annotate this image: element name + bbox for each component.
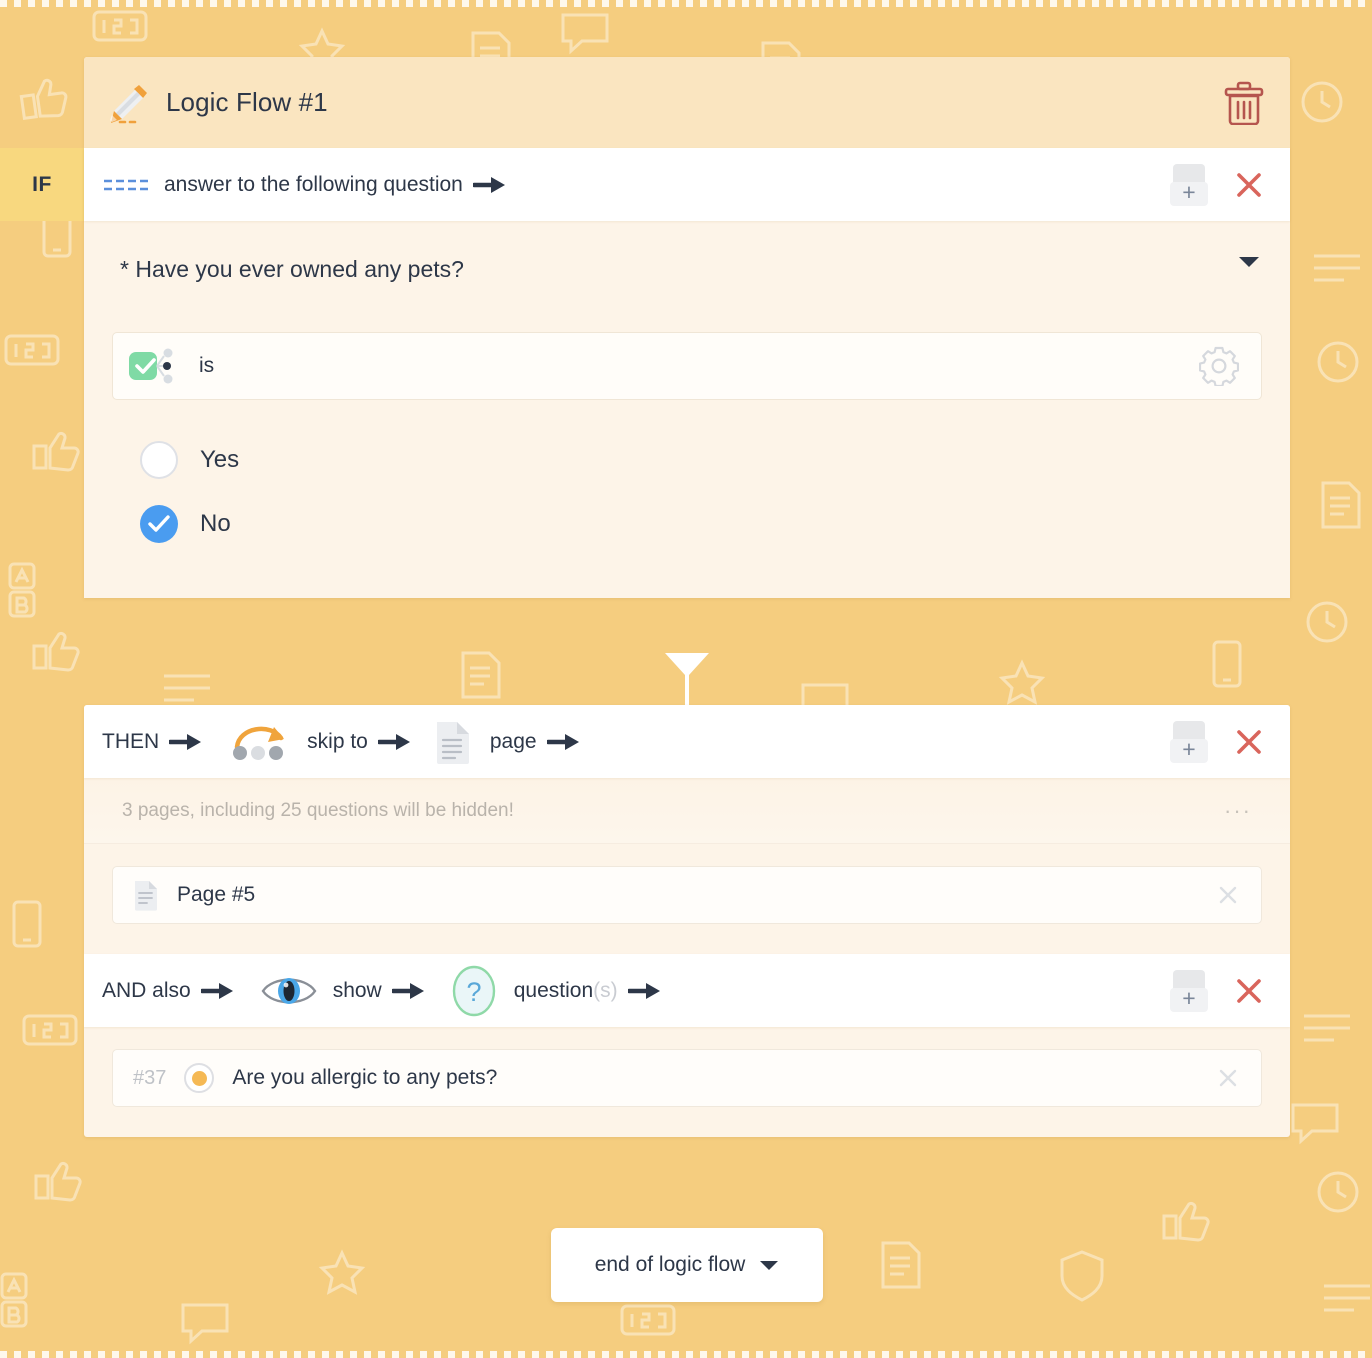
arrow-right-icon xyxy=(391,982,424,999)
add-condition-label: + xyxy=(1182,179,1196,205)
then-action-bar[interactable]: THEN skip to page + xyxy=(84,705,1290,778)
hidden-pages-note: 3 pages, including 25 questions will be … xyxy=(84,778,1290,844)
if-condition-label: answer to the following question xyxy=(164,172,463,196)
question-text: * Have you ever owned any pets? xyxy=(120,255,464,284)
add-and-also-action-button[interactable]: + xyxy=(1170,969,1208,1012)
if-body: * Have you ever owned any pets? is Yes N… xyxy=(84,221,1290,598)
radio-unchecked-icon xyxy=(140,440,178,479)
question-row: * Have you ever owned any pets? xyxy=(112,255,1262,284)
dashed-lines-icon xyxy=(104,179,148,190)
flow-connector xyxy=(665,653,709,707)
arrow-right-icon xyxy=(200,982,233,999)
question-label: Have you ever owned any pets? xyxy=(135,256,464,282)
choice-label-no: No xyxy=(200,509,231,537)
orange-radio-icon xyxy=(184,1063,215,1093)
remove-if-condition-button[interactable] xyxy=(1234,170,1264,200)
choice-list: Yes No xyxy=(112,428,1262,556)
pencil-icon xyxy=(110,84,147,123)
remove-item-button[interactable] xyxy=(1217,884,1239,906)
page-title: Logic Flow #1 xyxy=(166,87,328,117)
eye-icon xyxy=(261,977,317,1004)
arrow-right-icon xyxy=(377,733,410,750)
arrow-right-icon xyxy=(546,733,579,750)
chevron-down-icon[interactable] xyxy=(1238,255,1260,269)
note-overflow-menu[interactable]: ··· xyxy=(1224,798,1252,824)
and-also-action-bar[interactable]: AND also show ? question(s) + xyxy=(84,954,1290,1027)
remove-then-action-button[interactable] xyxy=(1234,727,1264,757)
add-then-action-button[interactable]: + xyxy=(1170,720,1208,763)
if-condition-bar[interactable]: answer to the following question + xyxy=(84,148,1290,221)
then-panel: THEN skip to page + 3 pages, including 2… xyxy=(84,705,1290,1137)
required-marker: * xyxy=(120,256,129,282)
logic-flow-header: Logic Flow #1 xyxy=(84,57,1290,148)
and-also-target-label: question(s) xyxy=(514,979,618,1003)
page-document-icon xyxy=(436,721,469,764)
and-also-row-actions: + xyxy=(1170,969,1264,1012)
choice-option-no[interactable]: No xyxy=(140,492,1262,556)
bottom-dashed-border xyxy=(0,1351,1372,1358)
list-item[interactable]: #37 Are you allergic to any pets? xyxy=(112,1049,1262,1107)
radio-checked-icon xyxy=(140,504,178,543)
operator-box[interactable]: is xyxy=(112,331,1262,400)
and-also-target-suffix: (s) xyxy=(593,978,618,1002)
remove-item-button[interactable] xyxy=(1217,1067,1239,1089)
and-also-target-list: #37 Are you allergic to any pets? xyxy=(84,1027,1290,1137)
list-item-label: Page #5 xyxy=(177,883,256,906)
and-also-target-text: question xyxy=(513,978,594,1002)
end-of-logic-flow-label: end of logic flow xyxy=(594,1253,746,1276)
if-row-actions: + xyxy=(1170,163,1264,206)
list-item[interactable]: Page #5 xyxy=(112,866,1262,924)
end-of-logic-flow-button[interactable]: end of logic flow xyxy=(551,1228,823,1302)
arrow-right-icon xyxy=(169,733,202,750)
chevron-down-icon xyxy=(760,1261,779,1270)
then-target-label: page xyxy=(489,729,537,753)
question-mark-icon: ? xyxy=(452,965,495,1016)
choice-label-yes: Yes xyxy=(200,445,240,473)
if-panel: Logic Flow #1 answer to the following qu… xyxy=(84,57,1290,598)
add-condition-button[interactable]: + xyxy=(1170,163,1208,206)
list-item-label: Are you allergic to any pets? xyxy=(232,1066,498,1089)
hidden-pages-note-text: 3 pages, including 25 questions will be … xyxy=(122,799,514,821)
and-also-action-label: show xyxy=(332,978,382,1002)
then-row-actions: + xyxy=(1170,720,1264,763)
then-target-list: Page #5 xyxy=(84,844,1290,954)
add-and-also-label: + xyxy=(1182,985,1196,1011)
trash-icon[interactable] xyxy=(1224,81,1264,125)
page-document-icon xyxy=(135,881,157,911)
remove-and-also-action-button[interactable] xyxy=(1234,976,1264,1006)
if-badge: IF xyxy=(0,148,84,221)
and-also-keyword: AND also xyxy=(102,978,191,1002)
choice-option-yes[interactable]: Yes xyxy=(140,428,1262,492)
operator-label: is xyxy=(199,353,215,377)
if-badge-label: IF xyxy=(32,172,52,196)
gear-icon[interactable] xyxy=(1199,346,1239,386)
arrow-right-icon xyxy=(472,176,505,193)
svg-text:?: ? xyxy=(466,977,481,1007)
then-action-label: skip to xyxy=(307,729,368,753)
top-dashed-border xyxy=(0,0,1372,7)
list-item-number: #37 xyxy=(133,1066,167,1089)
checkbox-condition-icon xyxy=(129,348,173,384)
skip-dots-icon xyxy=(233,726,285,760)
add-then-label: + xyxy=(1182,736,1196,762)
then-keyword: THEN xyxy=(102,729,160,753)
arrow-right-icon xyxy=(627,982,660,999)
